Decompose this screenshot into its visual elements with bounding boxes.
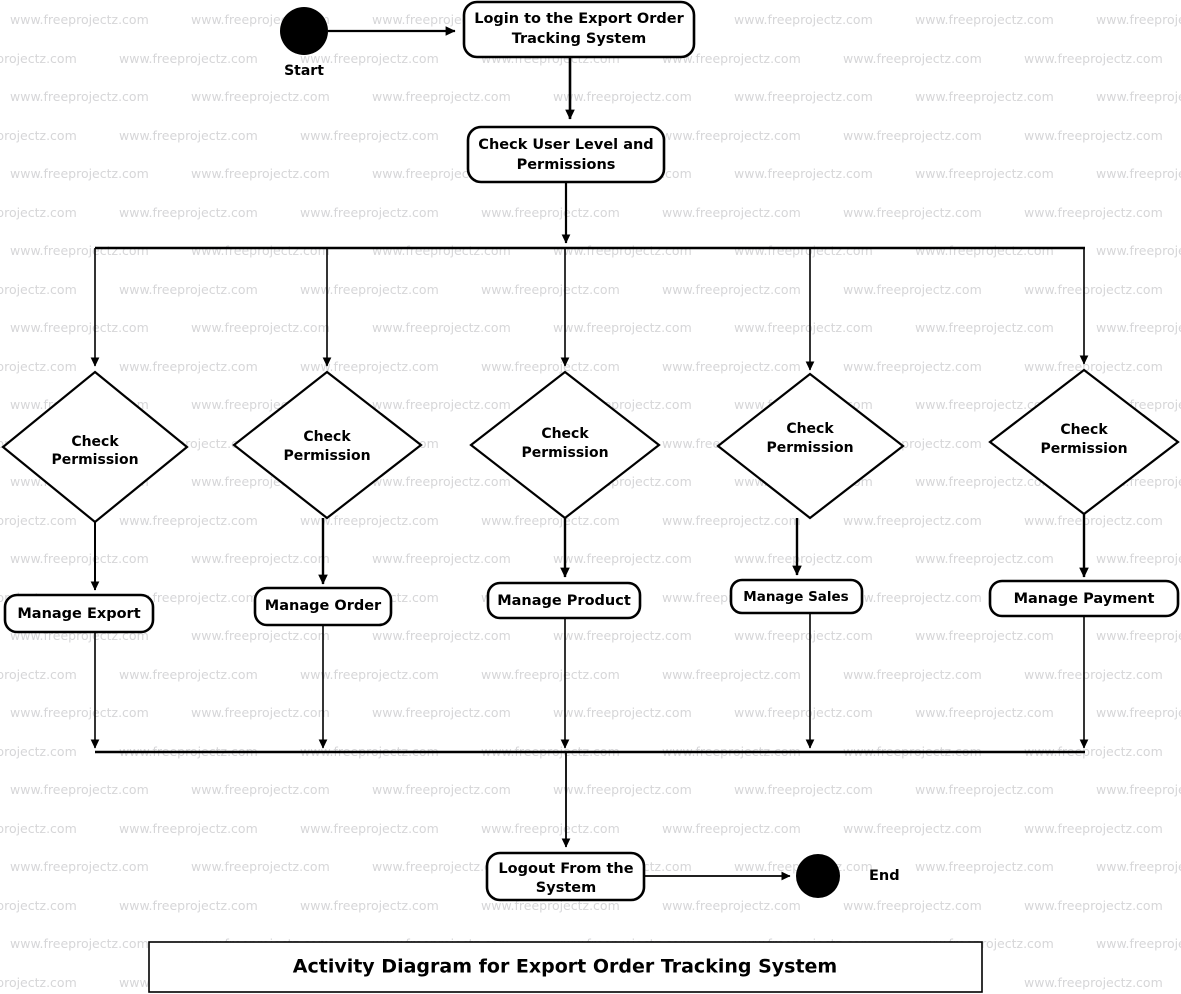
activity-manage-export-label: Manage Export xyxy=(17,606,140,622)
decision-check-permission-3-label-line2: Permission xyxy=(521,445,608,461)
decision-check-permission-2-label-line1: Check xyxy=(303,429,351,445)
decision-check-permission-3-label-line1: Check xyxy=(541,426,589,442)
diagram-svg: Start Login to the Export Order Tracking… xyxy=(1,0,1180,993)
decision-check-permission-1-label-line2: Permission xyxy=(51,452,138,468)
decision-check-permission-4-label-line2: Permission xyxy=(766,440,853,456)
activity-check-user-level xyxy=(466,125,666,184)
end-node xyxy=(796,854,840,898)
decision-check-permission-4-label-line1: Check xyxy=(786,421,834,437)
activity-manage-order-label: Manage Order xyxy=(265,598,382,614)
decision-check-permission-5-label-line1: Check xyxy=(1060,422,1108,438)
decision-check-permission-5-label-line2: Permission xyxy=(1040,441,1127,457)
activity-logout-label-line2: System xyxy=(536,880,596,896)
activity-check-user-level-label-line1: Check User Level and xyxy=(478,137,653,153)
activity-manage-payment-label: Manage Payment xyxy=(1014,591,1155,607)
activity-logout-label-line1: Logout From the xyxy=(498,861,633,877)
decision-check-permission-2-label-line2: Permission xyxy=(283,448,370,464)
activity-login-label-line1: Login to the Export Order xyxy=(474,11,684,27)
start-node-label: Start xyxy=(284,63,324,79)
activity-manage-product-label: Manage Product xyxy=(497,593,631,609)
end-node-label: End xyxy=(869,868,900,884)
decision-check-permission-1-label-line1: Check xyxy=(71,434,119,450)
diagram-title: Activity Diagram for Export Order Tracki… xyxy=(293,956,837,978)
activity-diagram-canvas: www.freeprojectz.com www.freeprojectz.com… xyxy=(0,0,1181,994)
decision-check-permission-2 xyxy=(232,370,423,520)
activity-login-label-line2: Tracking System xyxy=(512,31,647,47)
activity-check-user-level-label-line2: Permissions xyxy=(517,157,616,173)
start-node xyxy=(280,7,328,55)
activity-manage-sales-label: Manage Sales xyxy=(743,589,848,605)
